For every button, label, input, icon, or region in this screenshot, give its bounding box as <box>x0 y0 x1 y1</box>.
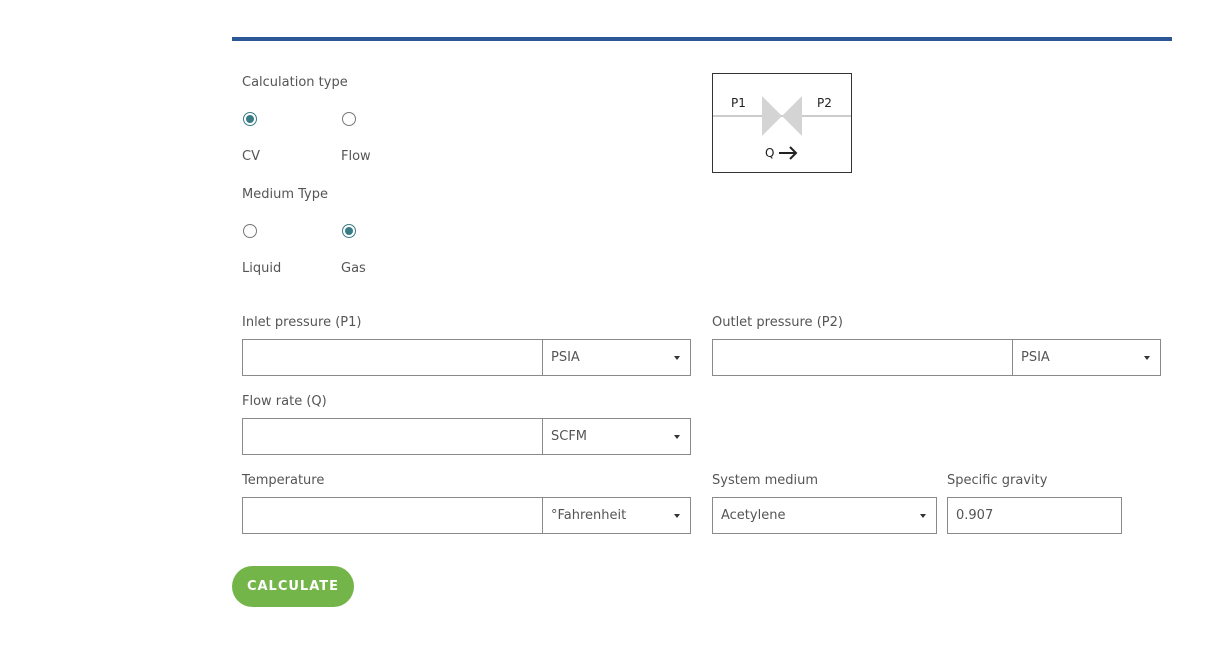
radio-flow[interactable] <box>342 112 356 126</box>
inlet-pressure-input[interactable] <box>242 339 543 376</box>
specific-gravity-input[interactable] <box>947 497 1122 534</box>
valve-diagram-graphic: P1 P2 Q <box>713 96 851 160</box>
valve-right-triangle <box>782 96 802 136</box>
temperature-unit-select[interactable]: °Fahrenheit <box>542 497 691 534</box>
radio-gas[interactable] <box>342 224 356 238</box>
radio-liquid[interactable] <box>243 224 257 238</box>
radio-cv-label: CV <box>242 149 260 164</box>
flow-rate-label: Flow rate (Q) <box>242 394 327 409</box>
chevron-down-icon <box>674 356 680 360</box>
system-medium-value: Acetylene <box>721 508 786 523</box>
outlet-pressure-unit-value: PSIA <box>1021 350 1050 365</box>
p1-label: P1 <box>731 96 746 110</box>
temperature-unit-value: °Fahrenheit <box>551 508 627 523</box>
calculate-button[interactable]: CALCULATE <box>232 566 354 607</box>
temperature-input[interactable] <box>242 497 543 534</box>
p2-label: P2 <box>817 96 832 110</box>
chevron-down-icon <box>674 435 680 439</box>
valve-diagram: P1 P2 Q <box>712 73 852 173</box>
chevron-down-icon <box>674 514 680 518</box>
inlet-pressure-label: Inlet pressure (P1) <box>242 315 362 330</box>
q-label: Q <box>765 146 774 160</box>
valve-left-triangle <box>762 96 782 136</box>
medium-type-label: Medium Type <box>242 187 328 202</box>
header-divider <box>232 37 1172 41</box>
outlet-pressure-label: Outlet pressure (P2) <box>712 315 843 330</box>
radio-gas-label: Gas <box>341 261 366 276</box>
specific-gravity-label: Specific gravity <box>947 473 1048 488</box>
chevron-down-icon <box>920 514 926 518</box>
radio-flow-label: Flow <box>341 149 371 164</box>
temperature-label: Temperature <box>242 473 325 488</box>
flow-rate-unit-select[interactable]: SCFM <box>542 418 691 455</box>
outlet-pressure-input[interactable] <box>712 339 1013 376</box>
chevron-down-icon <box>1144 356 1150 360</box>
calculation-type-label: Calculation type <box>242 75 348 90</box>
radio-cv[interactable] <box>243 112 257 126</box>
inlet-pressure-unit-select[interactable]: PSIA <box>542 339 691 376</box>
radio-liquid-label: Liquid <box>242 261 282 276</box>
system-medium-select[interactable]: Acetylene <box>712 497 937 534</box>
flow-rate-input[interactable] <box>242 418 543 455</box>
flow-arrow-icon <box>779 146 798 160</box>
inlet-pressure-unit-value: PSIA <box>551 350 580 365</box>
flow-rate-unit-value: SCFM <box>551 429 588 444</box>
outlet-pressure-unit-select[interactable]: PSIA <box>1012 339 1161 376</box>
system-medium-label: System medium <box>712 473 819 488</box>
